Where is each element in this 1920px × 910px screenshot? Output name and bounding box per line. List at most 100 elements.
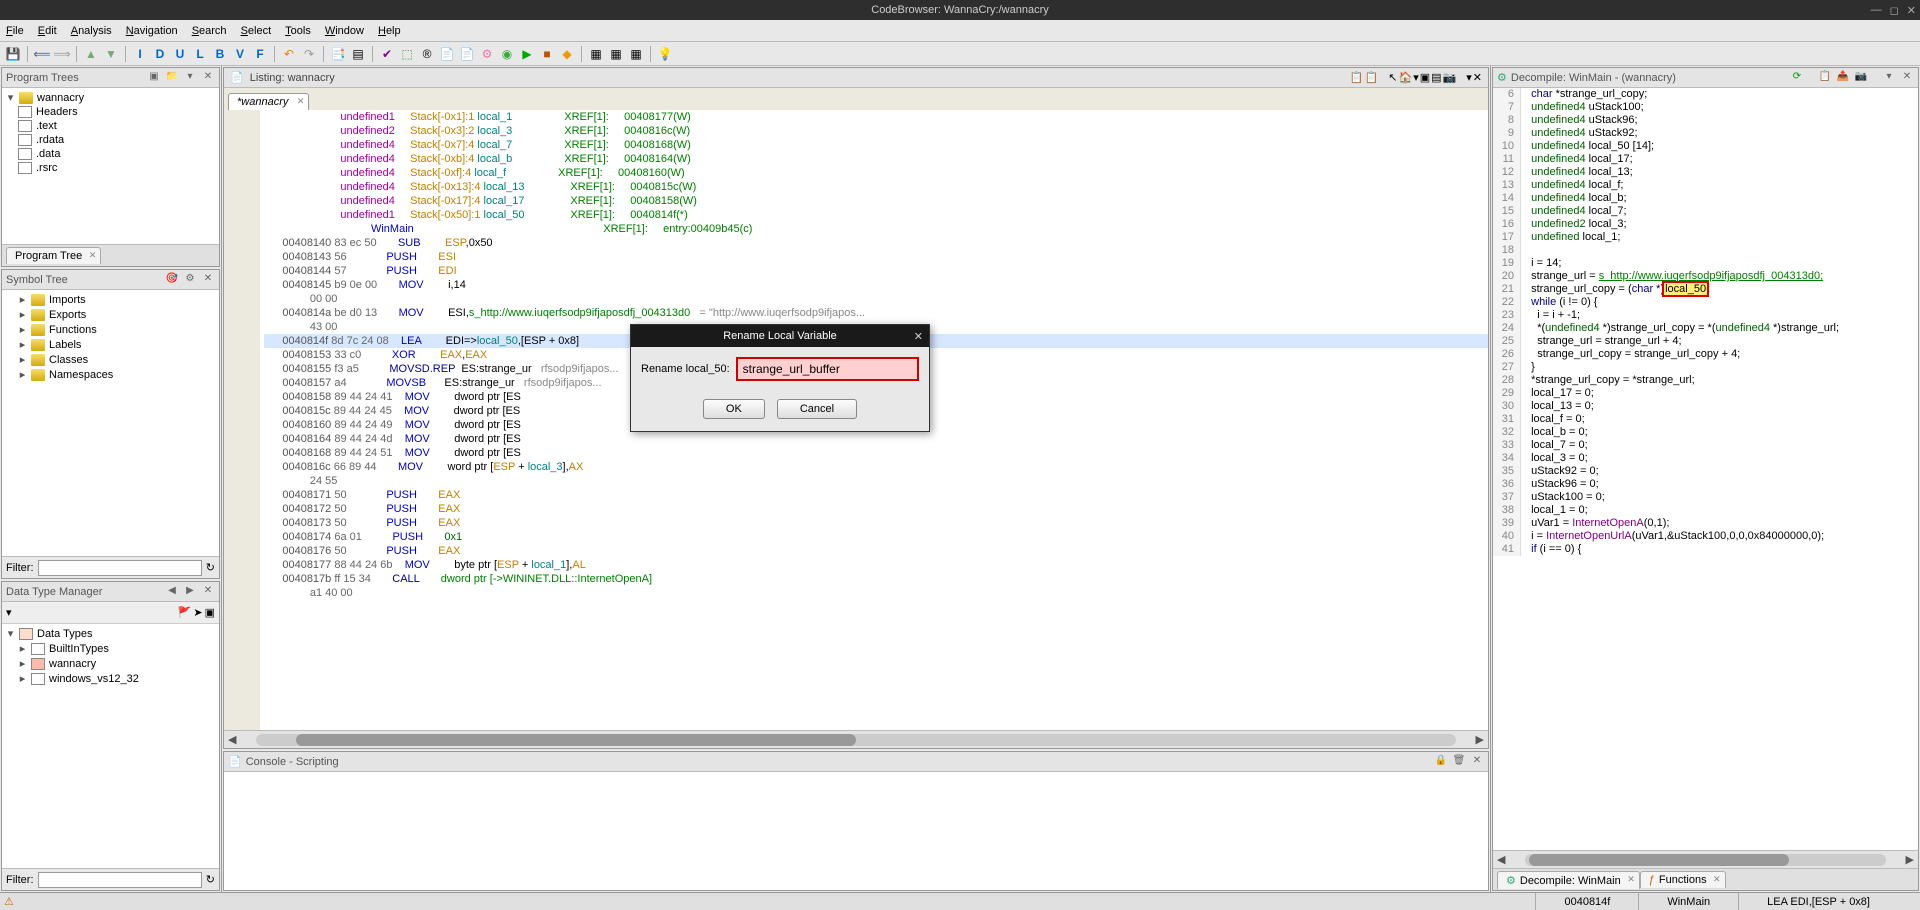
decompile-line[interactable]: 13 undefined4 local_f; <box>1493 179 1918 192</box>
menu-search[interactable]: Search <box>192 25 227 37</box>
letter-d-icon[interactable]: D <box>151 45 169 63</box>
listing-row[interactable]: 00408143 56 PUSH ESI <box>264 250 1488 264</box>
letter-i-icon[interactable]: I <box>131 45 149 63</box>
decompile-line[interactable]: 25 strange_url = strange_url + 4; <box>1493 335 1918 348</box>
folder-icon[interactable]: 📁 <box>165 71 179 85</box>
warning-icon[interactable]: ⚠ <box>0 895 18 908</box>
decompile-line[interactable]: 21 strange_url_copy = (char *)local_50; <box>1493 283 1918 296</box>
table-icon[interactable]: ▦ <box>627 45 645 63</box>
collapse-icon[interactable]: ▣ <box>147 71 161 85</box>
file-tab[interactable]: *wannacry✕ <box>228 93 309 110</box>
close-icon[interactable]: ✕ <box>1900 71 1914 85</box>
tree-item[interactable]: ▸Imports <box>4 292 217 307</box>
close-icon[interactable]: ✕ <box>1470 755 1484 769</box>
listing-row[interactable]: 0040816c 66 89 44 MOV word ptr [ESP + lo… <box>264 460 1488 474</box>
menu-analysis[interactable]: Analysis <box>71 25 112 37</box>
cfg-icon[interactable]: ⚙ <box>183 273 197 287</box>
listing-row[interactable]: 00408168 89 44 24 51 MOV dword ptr [ES <box>264 446 1488 460</box>
listing-row[interactable]: 00408145 b9 0e 00 MOV i,14 <box>264 278 1488 292</box>
listing-row[interactable]: 00408172 50 PUSH EAX <box>264 502 1488 516</box>
decompile-line[interactable]: 20 strange_url = s_http://www.iuqerfsodp… <box>1493 270 1918 283</box>
listing-row[interactable]: a1 40 00 <box>264 586 1488 600</box>
listing-row[interactable]: 00408164 89 44 24 4d MOV dword ptr [ES <box>264 432 1488 446</box>
tree-item[interactable]: .data <box>4 147 217 161</box>
dialog-titlebar[interactable]: Rename Local Variable ✕ <box>631 325 929 347</box>
decompile-line[interactable]: 14 undefined4 local_b; <box>1493 192 1918 205</box>
letter-v-icon[interactable]: V <box>231 45 249 63</box>
decompile-line[interactable]: 40 i = InternetOpenUrlA(uVar1,&uStack100… <box>1493 530 1918 543</box>
menu-select[interactable]: Select <box>241 25 272 37</box>
decompile-line[interactable]: 19 i = 14; <box>1493 257 1918 270</box>
listing-row[interactable]: undefined1 Stack[-0x50]:1 local_50 XREF[… <box>264 208 1488 222</box>
back-icon[interactable]: ◀ <box>165 585 179 599</box>
decompile-line[interactable]: 23 i = i + -1; <box>1493 309 1918 322</box>
decompile-line[interactable]: 16 undefined2 local_3; <box>1493 218 1918 231</box>
decompile-body[interactable]: 6 char *strange_url_copy;7 undefined4 uS… <box>1493 88 1918 850</box>
menu-icon[interactable]: ▾ <box>1882 71 1896 85</box>
letter-b-icon[interactable]: B <box>211 45 229 63</box>
listing-row[interactable]: 00408176 50 PUSH EAX <box>264 544 1488 558</box>
copy-icon[interactable]: 📋 <box>1818 71 1832 85</box>
tree-item[interactable]: .rdata <box>4 133 217 147</box>
up-icon[interactable]: ▲ <box>82 45 100 63</box>
arrow-icon[interactable]: ➤ <box>193 606 202 619</box>
decompile-line[interactable]: 36 uStack96 = 0; <box>1493 478 1918 491</box>
dropdown-icon[interactable]: ▾ <box>183 71 197 85</box>
undo-icon[interactable]: ↶ <box>280 45 298 63</box>
collapse-icon[interactable]: ▣ <box>205 606 215 619</box>
close-icon[interactable]: ✕ <box>914 330 923 343</box>
close-icon[interactable]: ✕ <box>201 585 215 599</box>
decompile-line[interactable]: 15 undefined4 local_7; <box>1493 205 1918 218</box>
tree-item[interactable]: .text <box>4 119 217 133</box>
play-icon[interactable]: ▶ <box>518 45 536 63</box>
doc1-icon[interactable]: 📄 <box>438 45 456 63</box>
decompile-line[interactable]: 11 undefined4 local_17; <box>1493 153 1918 166</box>
listing-row[interactable]: 00408140 83 ec 50 SUB ESP,0x50 <box>264 236 1488 250</box>
doc2-icon[interactable]: 📄 <box>458 45 476 63</box>
listing-row[interactable]: 00408173 50 PUSH EAX <box>264 516 1488 530</box>
tree-item[interactable]: ▸windows_vs12_32 <box>4 671 217 686</box>
listing-row[interactable]: undefined4 Stack[-0x17]:4 local_17 XREF[… <box>264 194 1488 208</box>
filter-input[interactable] <box>38 560 202 576</box>
listing-row[interactable]: 0040817b ff 15 34 CALL dword ptr [->WINI… <box>264 572 1488 586</box>
filter-input[interactable] <box>38 872 202 888</box>
back-icon[interactable]: ⟸ <box>33 45 51 63</box>
clear-icon[interactable]: ↻ <box>206 561 215 574</box>
decompile-line[interactable]: 29 local_17 = 0; <box>1493 387 1918 400</box>
listing-row[interactable]: 0040814a be d0 13 MOV ESI,s_http://www.i… <box>264 306 1488 320</box>
rename-input[interactable] <box>736 357 919 381</box>
menu-edit[interactable]: Edit <box>38 25 57 37</box>
minimize-icon[interactable]: — <box>1871 4 1882 17</box>
decompile-line[interactable]: 32 local_b = 0; <box>1493 426 1918 439</box>
fwd-icon[interactable]: ⟹ <box>53 45 71 63</box>
letter-f-icon[interactable]: F <box>251 45 269 63</box>
group-icon[interactable]: ▤ <box>349 45 367 63</box>
decompile-line[interactable]: 33 local_7 = 0; <box>1493 439 1918 452</box>
register-icon[interactable]: ® <box>418 45 436 63</box>
home-icon[interactable]: 🏠 <box>1399 71 1413 84</box>
horizontal-scrollbar[interactable]: ◀ ▶ <box>224 730 1488 748</box>
tab-program-tree[interactable]: Program Tree✕ <box>6 247 101 264</box>
close-icon[interactable]: ✕ <box>1907 4 1916 17</box>
diff-icon[interactable]: ▤ <box>1431 71 1441 84</box>
save-icon[interactable]: 💾 <box>4 45 22 63</box>
tree-item[interactable]: ▸Labels <box>4 337 217 352</box>
lock-icon[interactable]: 🔒 <box>1434 755 1448 769</box>
close-icon[interactable]: ✕ <box>201 273 215 287</box>
decompile-line[interactable]: 31 local_f = 0; <box>1493 413 1918 426</box>
menu-navigation[interactable]: Navigation <box>126 25 178 37</box>
listing-row[interactable]: undefined4 Stack[-0xb]:4 local_b XREF[1]… <box>264 152 1488 166</box>
stacked-icon[interactable]: 📑 <box>329 45 347 63</box>
paste-icon[interactable]: 📋 <box>1365 71 1379 84</box>
trash-icon[interactable]: 🗑 <box>1452 755 1466 769</box>
tree-item[interactable]: ▸Exports <box>4 307 217 322</box>
decompile-line[interactable]: 18 <box>1493 244 1918 257</box>
maximize-icon[interactable]: ◻ <box>1890 4 1899 17</box>
decompile-line[interactable]: 7 undefined4 uStack100; <box>1493 101 1918 114</box>
tree-item[interactable]: .rsrc <box>4 161 217 175</box>
snapshot-icon[interactable]: 📷 <box>1443 71 1457 84</box>
tab-functions[interactable]: ƒFunctions✕ <box>1640 871 1726 888</box>
down-icon[interactable]: ▼ <box>102 45 120 63</box>
tree-item[interactable]: ▸wannacry <box>4 656 217 671</box>
dropdown-icon[interactable]: ▾ <box>1413 71 1419 84</box>
